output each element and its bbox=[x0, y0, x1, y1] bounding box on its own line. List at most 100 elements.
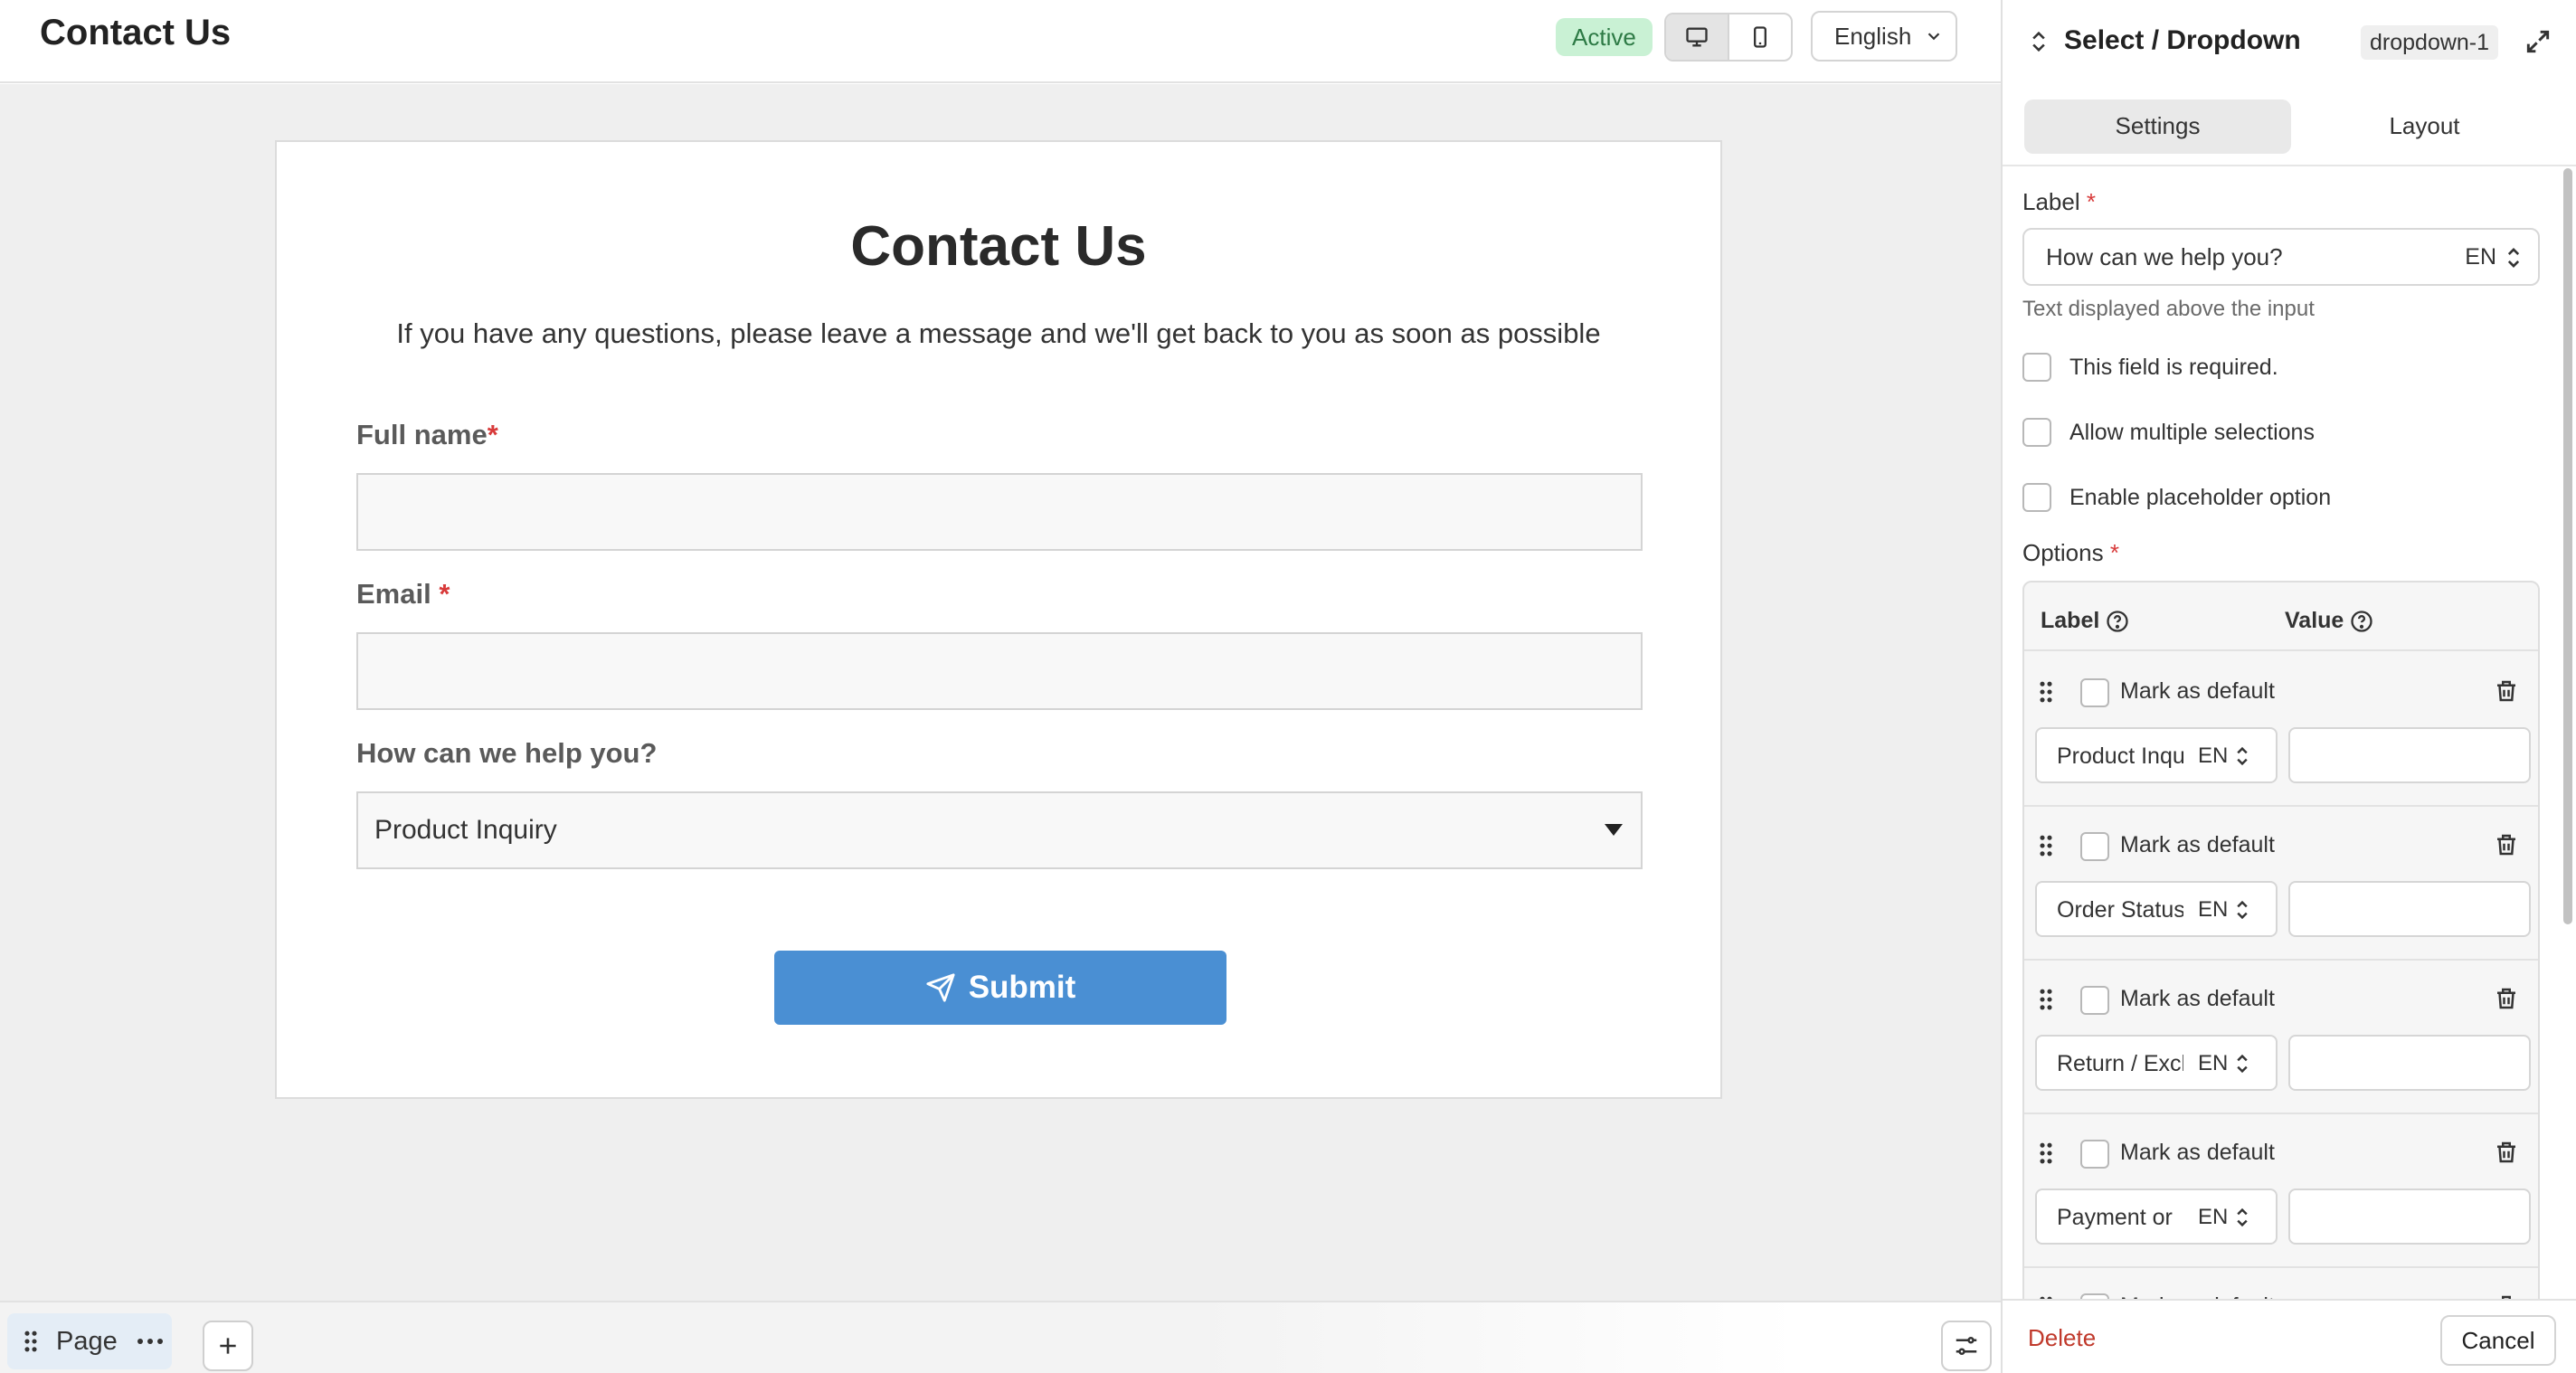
drag-handle-icon[interactable] bbox=[2039, 1141, 2053, 1165]
adjustments-button[interactable] bbox=[1941, 1321, 1992, 1371]
tab-settings[interactable]: Settings bbox=[2024, 99, 2291, 154]
page-label: Page bbox=[56, 1326, 118, 1356]
placeholder-checkbox[interactable] bbox=[2022, 483, 2051, 512]
required-checkbox[interactable] bbox=[2022, 353, 2051, 382]
default-label: Mark as default bbox=[2120, 678, 2275, 704]
option-value-input[interactable] bbox=[2288, 1035, 2531, 1091]
help-select-value: Product Inquiry bbox=[374, 815, 557, 845]
plus-icon bbox=[220, 1338, 236, 1354]
panel-scrollbar[interactable] bbox=[2563, 168, 2572, 924]
mobile-icon bbox=[1754, 26, 1766, 48]
email-input[interactable] bbox=[356, 632, 1643, 710]
device-toggle bbox=[1664, 13, 1793, 62]
option-label-input[interactable]: Order Status EN bbox=[2035, 881, 2278, 937]
help-circle-icon[interactable] bbox=[2349, 609, 2374, 634]
trash-icon[interactable] bbox=[2493, 677, 2520, 705]
option-value-input[interactable] bbox=[2288, 727, 2531, 783]
label-input[interactable]: How can we help you? EN bbox=[2022, 228, 2540, 286]
option-label-value: Order Status bbox=[2057, 897, 2183, 923]
panel-title: Select / Dropdown bbox=[2064, 25, 2301, 55]
component-id-badge: dropdown-1 bbox=[2361, 25, 2499, 60]
language-switch[interactable]: EN bbox=[2198, 897, 2249, 923]
default-label: Mark as default bbox=[2120, 1140, 2275, 1165]
multiple-checkbox-row[interactable]: Allow multiple selections bbox=[2022, 418, 2315, 447]
page-chip[interactable]: Page bbox=[7, 1313, 172, 1369]
default-checkbox[interactable] bbox=[2080, 832, 2109, 861]
language-switch[interactable]: EN bbox=[2198, 1205, 2249, 1230]
properties-panel: Select / Dropdown dropdown-1 Settings La… bbox=[2001, 0, 2576, 1373]
sliders-icon bbox=[1956, 1337, 1977, 1355]
option-label-input[interactable]: Payment or EN bbox=[2035, 1188, 2278, 1245]
cancel-button[interactable]: Cancel bbox=[2440, 1315, 2556, 1366]
chevron-down-icon bbox=[1928, 33, 1940, 41]
required-checkbox-row[interactable]: This field is required. bbox=[2022, 353, 2278, 382]
mobile-view-button[interactable] bbox=[1729, 14, 1791, 60]
option-row: Mark as default Product Inquiry EN bbox=[2024, 653, 2538, 807]
option-row: Mark as default Order Status EN bbox=[2024, 807, 2538, 961]
label-field-label: Label * bbox=[2022, 188, 2096, 215]
label-hint: Text displayed above the input bbox=[2022, 297, 2315, 321]
send-icon bbox=[926, 973, 955, 1002]
desktop-icon bbox=[1686, 27, 1708, 47]
options-title: Options * bbox=[2022, 539, 2119, 566]
form-heading: Contact Us bbox=[850, 215, 1147, 278]
collapse-toggle-icon[interactable] bbox=[2026, 27, 2051, 56]
language-switch[interactable]: EN bbox=[2198, 1051, 2249, 1076]
help-label: How can we help you? bbox=[356, 737, 658, 769]
language-select[interactable]: English bbox=[1811, 11, 1957, 62]
language-value: English bbox=[1834, 22, 1912, 50]
default-checkbox[interactable] bbox=[2080, 1140, 2109, 1169]
trash-icon[interactable] bbox=[2493, 1292, 2520, 1299]
submit-button[interactable]: Submit bbox=[774, 951, 1226, 1025]
required-marker: * bbox=[439, 578, 450, 610]
option-label-value: Payment or bbox=[2057, 1205, 2173, 1230]
option-row: Mark as default Payment or EN bbox=[2024, 1114, 2538, 1268]
required-checkbox-label: This field is required. bbox=[2069, 354, 2278, 380]
form-subtitle: If you have any questions, please leave … bbox=[396, 317, 1601, 349]
drag-handle-icon[interactable] bbox=[24, 1330, 38, 1353]
full-name-input[interactable] bbox=[356, 473, 1643, 551]
default-label: Mark as default bbox=[2120, 986, 2275, 1011]
language-switch[interactable]: EN bbox=[2198, 743, 2249, 769]
trash-icon[interactable] bbox=[2493, 1138, 2520, 1167]
contact-form-card[interactable]: Contact Us If you have any questions, pl… bbox=[275, 140, 1722, 1099]
tab-layout[interactable]: Layout bbox=[2291, 99, 2558, 154]
panel-header: Select / Dropdown dropdown-1 bbox=[2003, 0, 2576, 83]
up-down-icon bbox=[2237, 900, 2248, 920]
option-row: Mark as default bbox=[2024, 1268, 2538, 1299]
multiple-checkbox-label: Allow multiple selections bbox=[2069, 419, 2315, 445]
up-down-icon bbox=[2237, 1054, 2248, 1074]
default-label: Mark as default bbox=[2120, 832, 2275, 857]
up-down-icon bbox=[2237, 1207, 2248, 1227]
drag-handle-icon[interactable] bbox=[2039, 680, 2053, 704]
default-checkbox[interactable] bbox=[2080, 678, 2109, 707]
placeholder-checkbox-row[interactable]: Enable placeholder option bbox=[2022, 483, 2331, 512]
option-label-input[interactable]: Product Inquiry EN bbox=[2035, 727, 2278, 783]
default-checkbox[interactable] bbox=[2080, 986, 2109, 1015]
trash-icon[interactable] bbox=[2493, 830, 2520, 859]
multiple-checkbox[interactable] bbox=[2022, 418, 2051, 447]
up-down-icon bbox=[2237, 746, 2248, 766]
more-icon[interactable] bbox=[136, 1337, 165, 1346]
add-page-button[interactable] bbox=[203, 1321, 253, 1371]
panel-footer: Delete Cancel bbox=[2003, 1299, 2576, 1373]
editor-canvas: Contact Us If you have any questions, pl… bbox=[0, 84, 2001, 1301]
option-value-input[interactable] bbox=[2288, 881, 2531, 937]
placeholder-checkbox-label: Enable placeholder option bbox=[2069, 484, 2332, 510]
column-label: Label bbox=[2041, 608, 2100, 633]
drag-handle-icon[interactable] bbox=[2039, 834, 2053, 857]
status-badge[interactable]: Active bbox=[1556, 18, 1653, 56]
option-label-input[interactable]: Return / Exchange EN bbox=[2035, 1035, 2278, 1091]
help-select[interactable]: Product Inquiry bbox=[356, 791, 1643, 869]
language-switch[interactable]: EN bbox=[2465, 244, 2522, 270]
trash-icon[interactable] bbox=[2493, 984, 2520, 1013]
panel-scroll-area[interactable]: Label * How can we help you? EN Text dis… bbox=[2003, 166, 2576, 1299]
delete-button[interactable]: Delete bbox=[2028, 1324, 2096, 1352]
up-down-icon bbox=[2507, 247, 2520, 268]
desktop-view-button[interactable] bbox=[1666, 14, 1729, 60]
help-circle-icon[interactable] bbox=[2105, 609, 2130, 634]
expand-icon[interactable] bbox=[2524, 27, 2552, 56]
drag-handle-icon[interactable] bbox=[2039, 988, 2053, 1011]
option-value-input[interactable] bbox=[2288, 1188, 2531, 1245]
options-list: Label Value Mark as default Product Inqu… bbox=[2022, 581, 2540, 1299]
